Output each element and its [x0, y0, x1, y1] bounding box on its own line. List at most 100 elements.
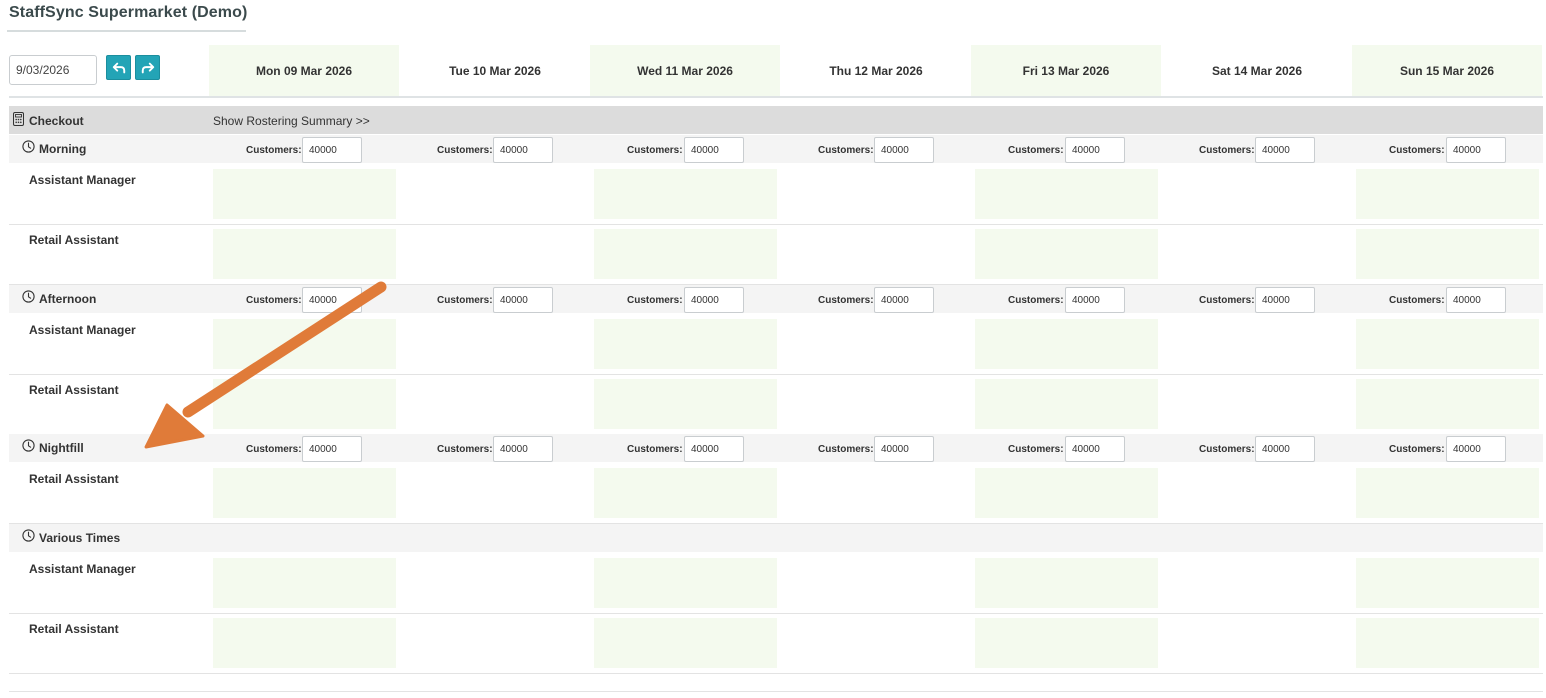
customers-input[interactable] — [684, 436, 744, 462]
roster-cell[interactable] — [213, 618, 396, 668]
customers-label: Customers: — [1008, 295, 1064, 306]
undo-arrow-icon — [112, 62, 125, 73]
calculator-icon — [13, 112, 24, 126]
customers-input[interactable] — [1446, 436, 1506, 462]
customers-label: Customers: — [818, 145, 874, 156]
role-label: Retail Assistant — [29, 233, 119, 247]
customers-input[interactable] — [493, 137, 553, 163]
day-header: Wed 11 Mar 2026 — [590, 45, 780, 96]
customers-input[interactable] — [302, 137, 362, 163]
redo-button[interactable] — [135, 55, 160, 80]
footer-divider — [9, 691, 1543, 692]
shift-header-bar — [9, 524, 1543, 552]
customers-input[interactable] — [1255, 287, 1315, 313]
role-label: Retail Assistant — [29, 472, 119, 486]
customers-input[interactable] — [684, 287, 744, 313]
roster-cell[interactable] — [1356, 468, 1539, 518]
roster-cell[interactable] — [1356, 558, 1539, 608]
row-divider — [9, 673, 1543, 674]
roster-cell[interactable] — [975, 229, 1158, 279]
customers-label: Customers: — [246, 295, 302, 306]
day-header: Sun 15 Mar 2026 — [1352, 45, 1542, 96]
row-divider — [9, 374, 1543, 375]
roster-cell[interactable] — [213, 229, 396, 279]
customers-label: Customers: — [627, 295, 683, 306]
roster-cell[interactable] — [213, 379, 396, 429]
day-header: Fri 13 Mar 2026 — [971, 45, 1161, 96]
customers-input[interactable] — [1065, 287, 1125, 313]
role-label: Assistant Manager — [29, 173, 136, 187]
customers-label: Customers: — [1008, 145, 1064, 156]
redo-arrow-icon — [141, 62, 154, 73]
clock-icon — [22, 439, 35, 452]
roster-cell[interactable] — [213, 558, 396, 608]
roster-cell[interactable] — [594, 319, 777, 369]
day-header: Tue 10 Mar 2026 — [449, 63, 541, 78]
customers-input[interactable] — [302, 287, 362, 313]
shift-label: Various Times — [39, 531, 121, 545]
roster-cell[interactable] — [594, 169, 777, 219]
header-divider — [9, 96, 1543, 98]
row-divider — [9, 224, 1543, 225]
shift-label: Nightfill — [39, 441, 84, 455]
roster-cell[interactable] — [975, 468, 1158, 518]
day-header: Sat 14 Mar 2026 — [1211, 63, 1303, 78]
customers-input[interactable] — [493, 436, 553, 462]
show-rostering-summary-link[interactable]: Show Rostering Summary >> — [213, 114, 370, 128]
customers-input[interactable] — [493, 287, 553, 313]
customers-input[interactable] — [874, 287, 934, 313]
customers-label: Customers: — [1199, 444, 1255, 455]
roster-cell[interactable] — [975, 379, 1158, 429]
roster-cell[interactable] — [1356, 379, 1539, 429]
roster-cell[interactable] — [594, 229, 777, 279]
roster-cell[interactable] — [594, 558, 777, 608]
customers-label: Customers: — [437, 145, 493, 156]
customers-input[interactable] — [302, 436, 362, 462]
customers-label: Customers: — [437, 295, 493, 306]
customers-input[interactable] — [1446, 287, 1506, 313]
customers-input[interactable] — [874, 137, 934, 163]
roster-cell[interactable] — [975, 618, 1158, 668]
customers-input[interactable] — [1255, 137, 1315, 163]
roster-cell[interactable] — [1356, 319, 1539, 369]
row-divider — [9, 613, 1543, 614]
shift-label: Afternoon — [39, 292, 97, 306]
customers-label: Customers: — [1389, 295, 1445, 306]
roster-cell[interactable] — [1356, 618, 1539, 668]
shift-label: Morning — [39, 142, 87, 156]
roster-cell[interactable] — [975, 319, 1158, 369]
title-underline — [7, 30, 246, 32]
customers-label: Customers: — [246, 444, 302, 455]
customers-input[interactable] — [1446, 137, 1506, 163]
customers-label: Customers: — [1389, 145, 1445, 156]
roster-cell[interactable] — [213, 468, 396, 518]
customers-label: Customers: — [627, 145, 683, 156]
roster-cell[interactable] — [975, 169, 1158, 219]
customers-label: Customers: — [818, 295, 874, 306]
clock-icon — [22, 140, 35, 153]
roster-cell[interactable] — [1356, 229, 1539, 279]
roster-cell[interactable] — [594, 468, 777, 518]
roster-cell[interactable] — [1356, 169, 1539, 219]
roster-cell[interactable] — [594, 618, 777, 668]
customers-label: Customers: — [246, 145, 302, 156]
week-date-input[interactable] — [9, 55, 97, 85]
clock-icon — [22, 290, 35, 303]
roster-cell[interactable] — [213, 169, 396, 219]
customers-label: Customers: — [627, 444, 683, 455]
customers-label: Customers: — [1008, 444, 1064, 455]
day-header: Mon 09 Mar 2026 — [209, 45, 399, 96]
roster-cell[interactable] — [594, 379, 777, 429]
customers-input[interactable] — [874, 436, 934, 462]
role-label: Assistant Manager — [29, 562, 136, 576]
customers-input[interactable] — [1065, 436, 1125, 462]
customers-input[interactable] — [1065, 137, 1125, 163]
roster-cell[interactable] — [213, 319, 396, 369]
undo-button[interactable] — [106, 55, 131, 80]
roster-cell[interactable] — [975, 558, 1158, 608]
customers-label: Customers: — [818, 444, 874, 455]
customers-input[interactable] — [684, 137, 744, 163]
customers-label: Customers: — [1199, 295, 1255, 306]
day-header: Thu 12 Mar 2026 — [829, 63, 923, 78]
customers-input[interactable] — [1255, 436, 1315, 462]
